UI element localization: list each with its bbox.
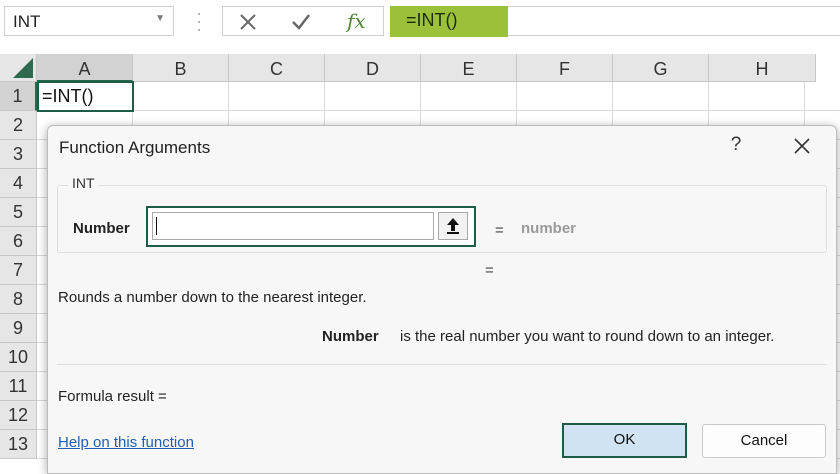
row-header-12[interactable]: 12 — [0, 401, 37, 430]
cell-a1-content: =INT() — [42, 86, 94, 106]
number-argument-input[interactable] — [152, 212, 434, 240]
argument-equals: = — [495, 222, 504, 239]
select-all-button[interactable] — [0, 54, 37, 82]
chevron-down-icon[interactable]: ▼ — [155, 13, 165, 24]
select-all-icon — [13, 58, 33, 78]
formula-bar-buttons: fx — [222, 6, 384, 36]
function-arguments-dialog: Function Arguments ? INT Number = number… — [47, 125, 837, 474]
help-on-function-link[interactable]: Help on this function — [58, 434, 194, 451]
arrow-up-icon — [447, 218, 459, 234]
insert-function-icon[interactable]: fx — [347, 9, 366, 33]
argument-label: Number — [73, 220, 130, 237]
row-header-2[interactable]: 2 — [0, 111, 37, 140]
result-equals: = — [485, 262, 494, 279]
column-header-f[interactable]: F — [517, 54, 613, 82]
function-description: Rounds a number down to the nearest inte… — [58, 289, 367, 306]
dialog-title: Function Arguments — [59, 138, 211, 157]
column-header-g[interactable]: G — [613, 54, 709, 82]
row-header-6[interactable]: 6 — [0, 227, 37, 256]
row-header-5[interactable]: 5 — [0, 198, 37, 227]
more-options-icon[interactable]: · · · — [196, 4, 202, 38]
argument-hint: number — [521, 220, 577, 237]
enter-check-icon[interactable] — [291, 13, 311, 31]
ok-button[interactable]: OK — [562, 423, 687, 458]
cancel-button[interactable]: Cancel — [702, 424, 826, 458]
row-header-7[interactable]: 7 — [0, 256, 37, 285]
function-name-label: INT — [68, 175, 99, 191]
argument-field-focus — [146, 206, 476, 247]
cancel-icon[interactable] — [239, 13, 257, 31]
argument-group: INT Number = number — [57, 175, 827, 253]
collapse-dialog-button[interactable] — [438, 212, 468, 240]
row-header-11[interactable]: 11 — [0, 372, 37, 401]
row-header-3[interactable]: 3 — [0, 140, 37, 169]
divider — [57, 364, 827, 365]
column-header-a[interactable]: A — [37, 54, 133, 82]
row-header-4[interactable]: 4 — [0, 169, 37, 198]
column-header-e[interactable]: E — [421, 54, 517, 82]
argument-description-name: Number — [322, 328, 379, 345]
argument-description-text: is the real number you want to round dow… — [400, 328, 775, 345]
formula-result: Formula result = — [58, 388, 167, 405]
column-header-h[interactable]: H — [709, 54, 816, 82]
row-header-10[interactable]: 10 — [0, 343, 37, 372]
formula-input[interactable]: =INT() — [390, 6, 840, 37]
close-icon[interactable] — [788, 132, 816, 160]
formula-highlight: =INT() — [390, 6, 508, 37]
formula-text: =INT() — [406, 10, 458, 30]
column-header-d[interactable]: D — [325, 54, 421, 82]
active-cell-a1[interactable]: =INT() — [37, 81, 134, 112]
column-header-b[interactable]: B — [133, 54, 229, 82]
text-caret — [156, 217, 157, 235]
row-header-8[interactable]: 8 — [0, 285, 37, 314]
help-button[interactable]: ? — [724, 134, 748, 160]
column-header-c[interactable]: C — [229, 54, 325, 82]
row-header-13[interactable]: 13 — [0, 430, 37, 459]
name-box[interactable]: INT ▼ — [4, 6, 174, 36]
row-header-1[interactable]: 1 — [0, 82, 37, 111]
row-header-9[interactable]: 9 — [0, 314, 37, 343]
name-box-value: INT — [13, 12, 41, 31]
